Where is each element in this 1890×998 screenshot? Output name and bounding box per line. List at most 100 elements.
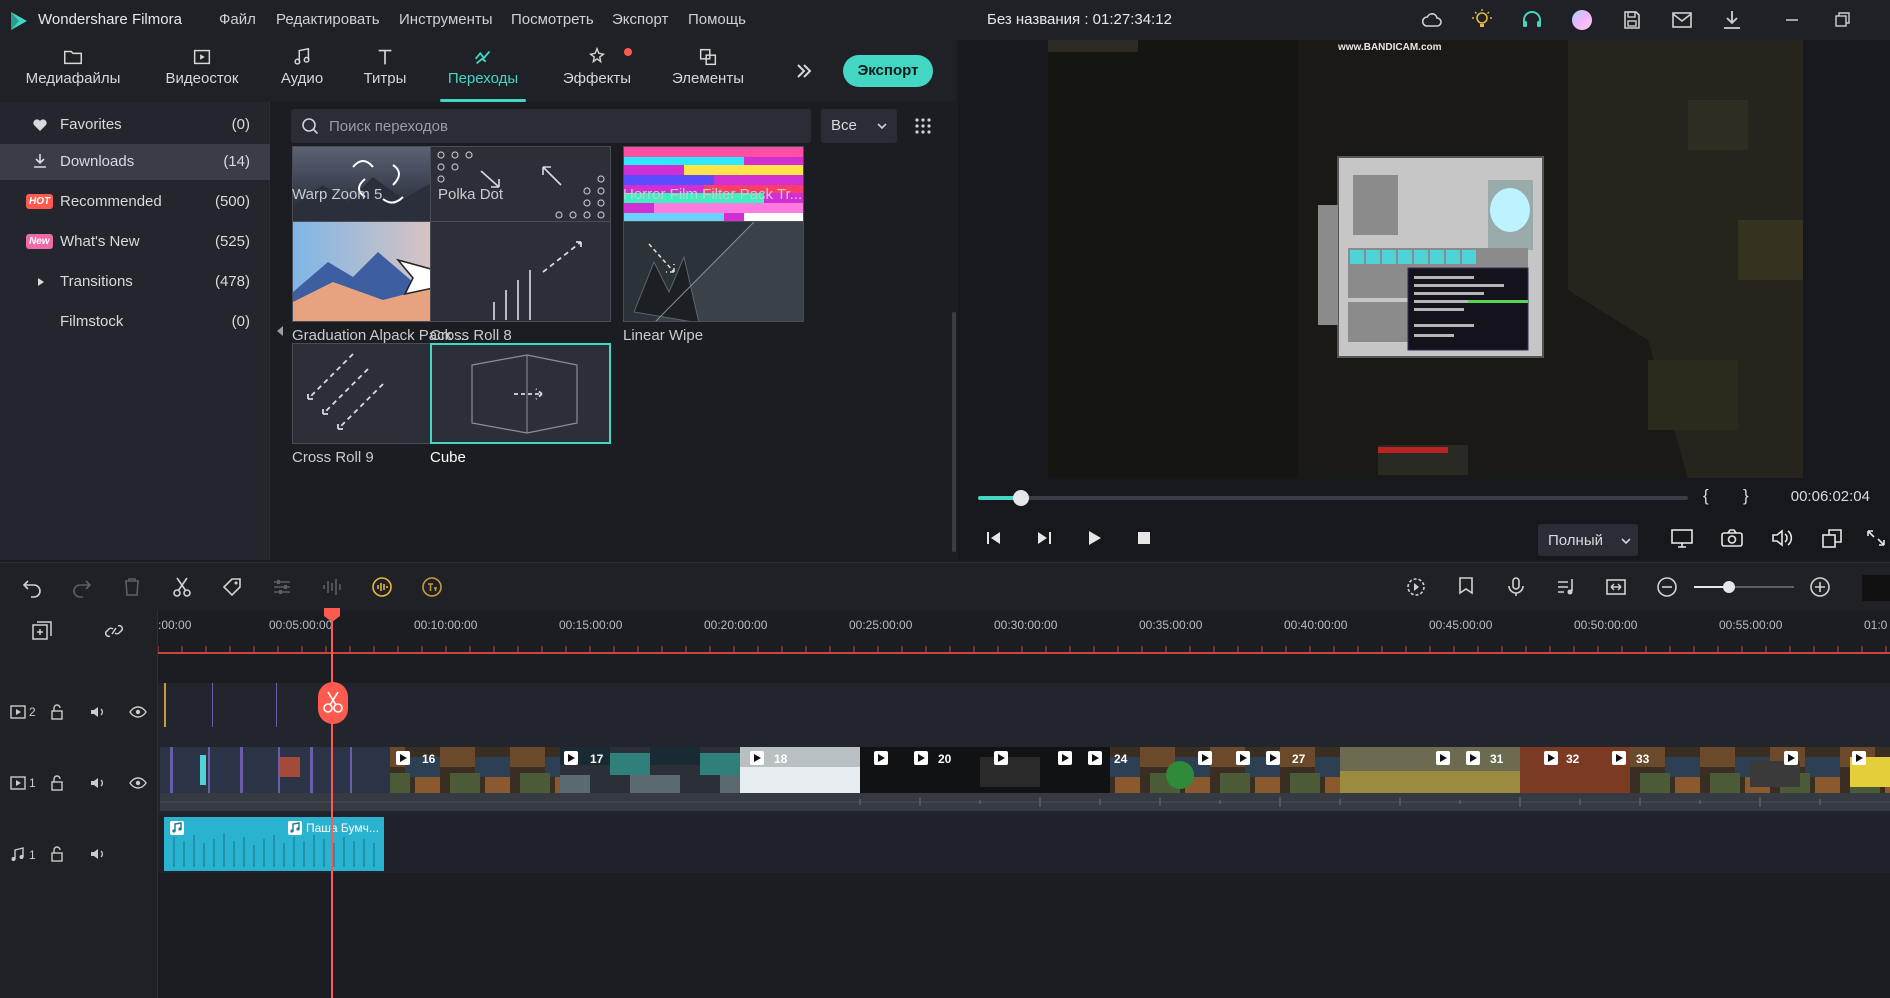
- link-icon[interactable]: [102, 620, 126, 642]
- panel-toggle[interactable]: [1862, 575, 1890, 601]
- tab-titles[interactable]: Титры: [354, 40, 416, 102]
- clip-play-icon[interactable]: [874, 751, 888, 765]
- menu-edit[interactable]: Редактировать: [276, 11, 380, 28]
- zoom-slider-handle[interactable]: [1723, 581, 1735, 593]
- playhead-handle[interactable]: [324, 608, 340, 622]
- sidebar-item-transitions[interactable]: Transitions (478): [0, 264, 270, 300]
- add-track-icon[interactable]: [30, 620, 54, 642]
- download-update-icon[interactable]: [1720, 8, 1744, 32]
- caret-right-icon[interactable]: [36, 277, 46, 287]
- lightbulb-icon[interactable]: [1470, 8, 1494, 32]
- filter-dropdown[interactable]: Все: [821, 109, 897, 143]
- zoom-out-icon[interactable]: [1655, 575, 1679, 599]
- search-input[interactable]: [329, 109, 799, 143]
- menu-help[interactable]: Помощь: [688, 11, 746, 28]
- microphone-icon[interactable]: [1504, 575, 1528, 599]
- grid-view-icon[interactable]: [913, 116, 933, 136]
- restore-icon[interactable]: [1830, 8, 1854, 32]
- zoom-slider[interactable]: [1694, 581, 1794, 593]
- lock-icon[interactable]: [50, 775, 64, 791]
- tab-elements[interactable]: Элементы: [668, 40, 748, 102]
- sidebar-item-filmstock[interactable]: Filmstock (0): [0, 304, 270, 340]
- export-button[interactable]: Экспорт: [843, 55, 933, 87]
- preview-progress-bar[interactable]: [978, 490, 1688, 506]
- more-tabs-icon[interactable]: [793, 60, 815, 82]
- audio-mixer-icon[interactable]: [1554, 575, 1578, 599]
- avatar[interactable]: [1570, 8, 1594, 32]
- preview-scrubber-handle[interactable]: [1012, 490, 1029, 506]
- menu-view[interactable]: Посмотреть: [511, 11, 594, 28]
- play-icon[interactable]: [1084, 528, 1104, 548]
- lock-icon[interactable]: [50, 846, 64, 862]
- zoom-in-icon[interactable]: [1808, 575, 1832, 599]
- fit-timeline-icon[interactable]: [1604, 575, 1628, 599]
- volume-icon[interactable]: [1770, 527, 1794, 549]
- clip-play-icon[interactable]: [1852, 751, 1866, 765]
- clip-play-icon[interactable]: [1466, 751, 1480, 765]
- undo-icon[interactable]: [20, 575, 44, 599]
- mute-speaker-icon[interactable]: [90, 776, 106, 790]
- clip-play-icon[interactable]: [564, 751, 578, 765]
- mark-in-button[interactable]: {: [1703, 486, 1709, 506]
- audio-clip[interactable]: Паша Бумч...: [164, 817, 384, 871]
- tab-audio[interactable]: Аудио: [270, 40, 334, 102]
- tag-icon[interactable]: [220, 575, 244, 599]
- thumb-cube[interactable]: [430, 343, 611, 444]
- tab-media[interactable]: Медиафайлы: [18, 40, 128, 102]
- track-lane-video-2[interactable]: [158, 683, 1890, 743]
- clip-play-icon[interactable]: [396, 751, 410, 765]
- mute-speaker-icon[interactable]: [90, 847, 106, 861]
- clip-play-icon[interactable]: [1198, 751, 1212, 765]
- clip-play-icon[interactable]: [1544, 751, 1558, 765]
- clip-play-icon[interactable]: [1612, 751, 1626, 765]
- display-monitor-icon[interactable]: [1670, 527, 1694, 549]
- minimize-icon[interactable]: [1780, 8, 1804, 32]
- thumb-polka-dot[interactable]: [430, 146, 611, 222]
- mark-out-button[interactable]: }: [1743, 486, 1749, 506]
- split-scissors-button[interactable]: [318, 682, 348, 724]
- clip-play-icon[interactable]: [1088, 751, 1102, 765]
- audio-waveform-icon[interactable]: [320, 575, 344, 599]
- render-preview-icon[interactable]: [1404, 575, 1428, 599]
- quality-dropdown[interactable]: Полный: [1538, 524, 1638, 556]
- adjust-sliders-icon[interactable]: [270, 575, 294, 599]
- clip-play-icon[interactable]: [750, 751, 764, 765]
- next-frame-icon[interactable]: [1034, 528, 1054, 548]
- clip-play-icon[interactable]: [914, 751, 928, 765]
- sidebar-item-favorites[interactable]: Favorites (0): [0, 107, 270, 143]
- sidebar-item-downloads[interactable]: Downloads (14): [0, 144, 270, 180]
- thumb-linear-wipe[interactable]: [623, 221, 804, 322]
- video-clip-strip[interactable]: 16 17 18 20 24 27 31 32 33: [160, 747, 1890, 793]
- clip-play-icon[interactable]: [1436, 751, 1450, 765]
- sidebar-item-whats-new[interactable]: New What's New (525): [0, 224, 270, 260]
- tab-effects[interactable]: Эффекты: [556, 40, 638, 102]
- snapshot-camera-icon[interactable]: [1720, 527, 1744, 549]
- aspect-ratio-icon[interactable]: [1820, 527, 1844, 549]
- redo-icon[interactable]: [70, 575, 94, 599]
- menu-tools[interactable]: Инструменты: [399, 11, 493, 28]
- lock-icon[interactable]: [50, 704, 64, 720]
- playhead[interactable]: [331, 610, 333, 998]
- clip-play-icon[interactable]: [1784, 751, 1798, 765]
- track-lane-audio-1[interactable]: Паша Бумч...: [158, 813, 1890, 873]
- clip-play-icon[interactable]: [994, 751, 1008, 765]
- speech-to-text-icon[interactable]: [420, 575, 444, 599]
- stop-icon[interactable]: [1134, 528, 1154, 548]
- clip-play-icon[interactable]: [1236, 751, 1250, 765]
- audio-stretch-icon[interactable]: [370, 575, 394, 599]
- mute-speaker-icon[interactable]: [90, 705, 106, 719]
- delete-icon[interactable]: [120, 575, 144, 599]
- menu-file[interactable]: Файл: [219, 11, 256, 28]
- tab-transitions[interactable]: Переходы: [440, 40, 526, 102]
- save-icon[interactable]: [1620, 8, 1644, 32]
- time-ruler[interactable]: :00:00 00:05:00:00 00:10:00:00 00:15:00:…: [158, 610, 1890, 652]
- fullscreen-icon[interactable]: [1864, 527, 1888, 549]
- headset-support-icon[interactable]: [1520, 8, 1544, 32]
- search-box[interactable]: [291, 109, 811, 143]
- browser-scrollbar[interactable]: [952, 312, 956, 552]
- mail-icon[interactable]: [1670, 8, 1694, 32]
- menu-export[interactable]: Экспорт: [612, 11, 668, 28]
- track-lane-video-1[interactable]: 16 17 18 20 24 27 31 32 33: [158, 743, 1890, 813]
- cut-scissors-icon[interactable]: [170, 575, 194, 599]
- clip-play-icon[interactable]: [1266, 751, 1280, 765]
